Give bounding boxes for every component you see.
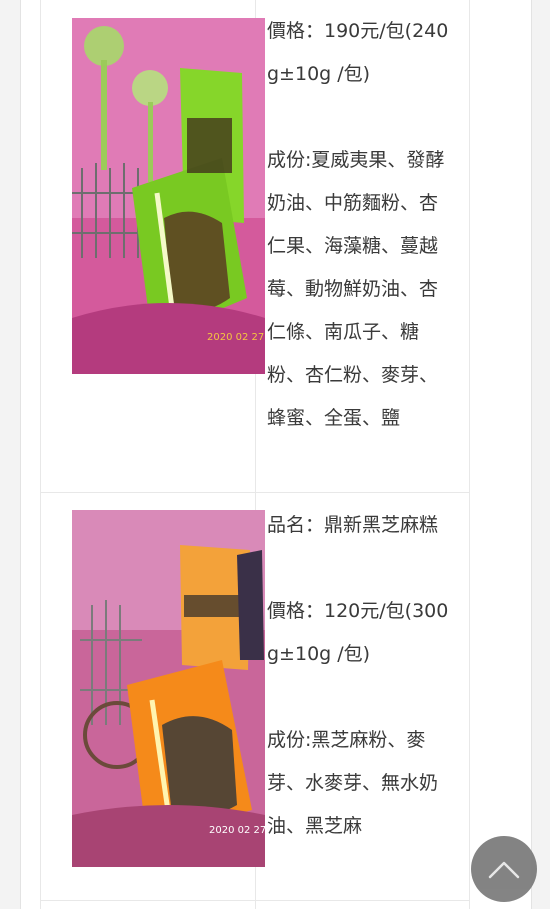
- scroll-to-top-button[interactable]: [471, 836, 537, 902]
- chevron-up-icon: [488, 861, 520, 879]
- ingredient-line-7: 蜂蜜、全蛋、鹽: [267, 407, 401, 429]
- product-name-line: 品名：鼎新黑芝麻糕: [267, 514, 439, 536]
- table-row-divider-bottom: [40, 900, 470, 901]
- photo-date-stamp-2: 2020 02 27: [209, 825, 265, 836]
- product-photo-nut-pastry: 2020 02 27: [72, 18, 265, 374]
- price-line-1: 價格：190元/包(240: [267, 20, 449, 42]
- ingredient-line-3: 仁果、海藻糖、蔓越: [267, 235, 439, 257]
- product-info-1: 價格：190元/包(240 g±10g /包) 成份:夏威夷果、發酵 奶油、中筋…: [267, 10, 465, 440]
- ingredient-line-3: 油、黑芝麻: [267, 815, 363, 837]
- price-line-2: g±10g /包): [267, 63, 371, 85]
- product-info-2: 品名：鼎新黑芝麻糕 價格：120元/包(300 g±10g /包) 成份:黑芝麻…: [267, 504, 465, 848]
- ingredient-line-5: 仁條、南瓜子、糖: [267, 321, 420, 343]
- ingredient-line-6: 粉、杏仁粉、麥芽、: [267, 364, 439, 386]
- ingredient-line-2: 芽、水麥芽、無水奶: [267, 772, 439, 794]
- ingredient-line-1: 成份:黑芝麻粉、麥: [267, 729, 426, 751]
- table-border-right: [469, 0, 470, 909]
- product-page: 2020 02 27 價格：190元/包(240 g±10g /包) 成份:夏威…: [0, 0, 550, 909]
- price-line-2: g±10g /包): [267, 643, 371, 665]
- ingredient-line-2: 奶油、中筋麵粉、杏: [267, 192, 439, 214]
- table-border-left: [40, 0, 41, 909]
- price-line-1: 價格：120元/包(300: [267, 600, 449, 622]
- photo-date-stamp: 2020 02 27: [207, 332, 264, 343]
- ingredient-line-1: 成份:夏威夷果、發酵: [267, 149, 445, 171]
- ingredient-line-4: 莓、動物鮮奶油、杏: [267, 278, 439, 300]
- table-row-divider: [40, 492, 470, 493]
- product-photo-black-sesame: 2020 02 27: [72, 510, 265, 867]
